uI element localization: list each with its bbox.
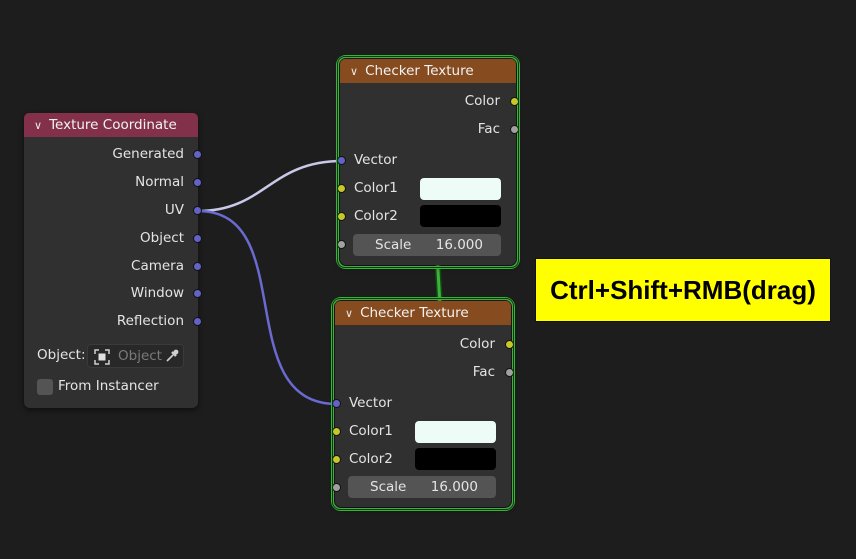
socket-output-fac[interactable] <box>510 125 519 134</box>
socket-object[interactable] <box>193 234 202 243</box>
collapse-chevron-icon[interactable]: ∨ <box>34 119 42 132</box>
link-uv-to-bottom-vector <box>197 209 338 406</box>
input-color1-label: Color1 <box>349 423 393 439</box>
scale-field[interactable]: Scale 16.000 <box>348 476 496 498</box>
color2-swatch[interactable] <box>420 205 501 227</box>
socket-output-color[interactable] <box>505 340 514 349</box>
socket-reflection[interactable] <box>193 317 202 326</box>
socket-camera[interactable] <box>193 262 202 271</box>
socket-input-scale[interactable] <box>337 240 346 249</box>
from-instancer-checkbox[interactable] <box>37 379 53 395</box>
output-object: Object <box>140 230 184 246</box>
link-uv-to-top-vector <box>197 159 343 213</box>
socket-input-color2[interactable] <box>332 455 341 464</box>
object-field[interactable]: Object <box>87 344 184 368</box>
output-color-label: Color <box>459 336 495 352</box>
socket-input-scale[interactable] <box>332 483 341 492</box>
object-label: Object: <box>37 347 86 363</box>
color1-swatch[interactable] <box>415 421 496 443</box>
socket-output-fac[interactable] <box>505 368 514 377</box>
output-fac-label: Fac <box>477 121 500 137</box>
output-normal: Normal <box>135 174 184 190</box>
socket-input-color2[interactable] <box>337 212 346 221</box>
scale-label: Scale <box>370 479 407 495</box>
scale-value: 16.000 <box>435 237 483 253</box>
socket-input-color1[interactable] <box>332 427 341 436</box>
output-window: Window <box>130 285 184 301</box>
socket-input-vector[interactable] <box>332 399 341 408</box>
checker-texture-node-bottom[interactable]: ∨ Checker Texture Color Fac Vector Color… <box>331 297 515 511</box>
texture-coordinate-node[interactable]: ∨ Texture Coordinate Generated Normal UV… <box>24 113 202 408</box>
collapse-chevron-icon[interactable]: ∨ <box>345 307 353 320</box>
node-title: Checker Texture <box>360 305 469 321</box>
checker-texture-node-top[interactable]: ∨ Checker Texture Color Fac Vector Color… <box>336 55 520 269</box>
socket-generated[interactable] <box>193 150 202 159</box>
node-title: Texture Coordinate <box>49 117 177 133</box>
color2-swatch[interactable] <box>415 448 496 470</box>
input-vector-label: Vector <box>354 152 398 168</box>
from-instancer-label: From Instancer <box>58 378 159 394</box>
object-placeholder: Object <box>118 348 162 364</box>
collapse-chevron-icon[interactable]: ∨ <box>350 65 358 78</box>
shortcut-hint: Ctrl+Shift+RMB(drag) <box>535 258 831 322</box>
checker-texture-header-top[interactable]: ∨ Checker Texture <box>340 59 516 83</box>
eyedropper-icon[interactable] <box>164 348 180 364</box>
input-color2-label: Color2 <box>354 208 398 224</box>
scale-field[interactable]: Scale 16.000 <box>353 234 501 256</box>
node-title: Checker Texture <box>365 63 474 79</box>
output-uv: UV <box>164 202 184 218</box>
object-icon <box>94 349 110 365</box>
output-color-label: Color <box>464 93 500 109</box>
socket-window[interactable] <box>193 289 202 298</box>
input-color2-label: Color2 <box>349 451 393 467</box>
socket-normal[interactable] <box>193 178 202 187</box>
scale-label: Scale <box>375 237 412 253</box>
input-color1-label: Color1 <box>354 180 398 196</box>
color1-swatch[interactable] <box>420 178 501 200</box>
scale-value: 16.000 <box>430 479 478 495</box>
output-fac-label: Fac <box>472 364 495 380</box>
socket-output-color[interactable] <box>510 97 519 106</box>
checker-texture-header-bottom[interactable]: ∨ Checker Texture <box>335 301 511 325</box>
socket-uv[interactable] <box>193 206 202 215</box>
output-reflection: Reflection <box>116 313 184 329</box>
socket-input-color1[interactable] <box>337 184 346 193</box>
texture-coordinate-header[interactable]: ∨ Texture Coordinate <box>24 113 198 137</box>
output-generated: Generated <box>112 146 184 162</box>
socket-input-vector[interactable] <box>337 156 346 165</box>
input-vector-label: Vector <box>349 395 393 411</box>
output-camera: Camera <box>131 258 184 274</box>
